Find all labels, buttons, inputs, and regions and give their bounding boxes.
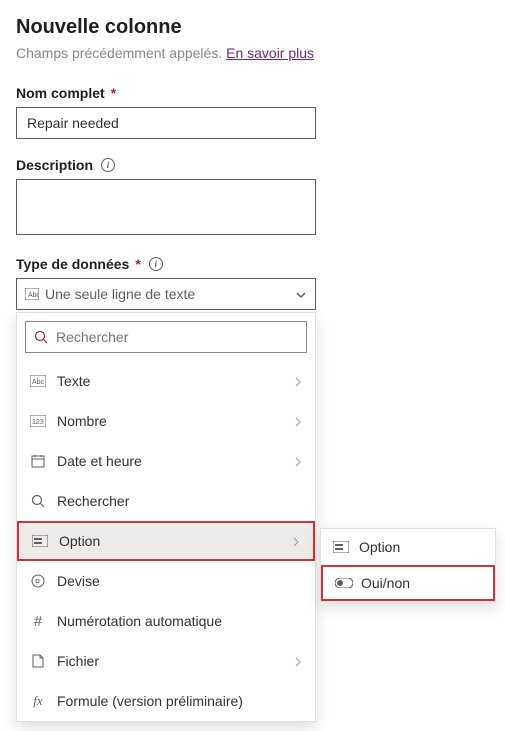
text-icon: Abc	[29, 375, 47, 387]
dropdown-item-datetime[interactable]: Date et heure	[17, 441, 315, 481]
display-name-field: Nom complet *	[16, 85, 489, 139]
hash-icon: #	[29, 613, 47, 630]
choice-icon	[333, 541, 351, 553]
data-type-label: Type de données * i	[16, 256, 489, 272]
submenu-label: Option	[359, 539, 400, 555]
submenu-item-yesno[interactable]: Oui/non	[321, 565, 495, 601]
item-label: Fichier	[57, 653, 99, 669]
subtitle-text: Champs précédemment appelés.	[16, 45, 226, 61]
item-label: Devise	[57, 573, 100, 589]
required-asterisk: *	[111, 85, 116, 101]
item-label: Date et heure	[57, 453, 142, 469]
dropdown-item-number[interactable]: 123 Nombre	[17, 401, 315, 441]
item-label: Option	[59, 533, 100, 549]
subtitle: Champs précédemment appelés. En savoir p…	[16, 45, 489, 61]
item-label: Numérotation automatique	[57, 613, 222, 629]
toggle-icon	[335, 578, 353, 588]
dropdown-item-autonumber[interactable]: # Numérotation automatique	[17, 601, 315, 641]
description-label: Description i	[16, 157, 489, 173]
label-text: Type de données	[16, 256, 129, 272]
formula-icon: fx	[29, 693, 47, 709]
search-icon	[34, 330, 48, 344]
item-label: Nombre	[57, 413, 107, 429]
calendar-icon	[29, 454, 47, 468]
dropdown-item-file[interactable]: Fichier	[17, 641, 315, 681]
item-label: Rechercher	[57, 493, 129, 509]
chevron-right-icon	[293, 453, 303, 469]
dropdown-item-lookup[interactable]: Rechercher	[17, 481, 315, 521]
text-icon: Abc	[25, 288, 39, 300]
chevron-right-icon	[293, 653, 303, 669]
label-text: Description	[16, 157, 93, 173]
submenu-label: Oui/non	[361, 575, 410, 591]
currency-icon: ¤	[29, 574, 47, 588]
learn-more-link[interactable]: En savoir plus	[226, 45, 314, 61]
svg-text:Abc: Abc	[32, 379, 45, 386]
selected-value: Une seule ligne de texte	[45, 286, 195, 302]
display-name-input[interactable]	[16, 107, 316, 139]
dropdown-item-currency[interactable]: ¤ Devise	[17, 561, 315, 601]
chevron-right-icon	[293, 373, 303, 389]
item-label: Texte	[57, 373, 90, 389]
item-label: Formule (version préliminaire)	[57, 693, 243, 709]
choice-icon	[31, 535, 49, 547]
description-input[interactable]	[16, 179, 316, 235]
svg-text:123: 123	[32, 419, 44, 426]
choice-submenu: Option Oui/non	[320, 528, 496, 602]
chevron-right-icon	[291, 533, 301, 549]
submenu-item-choice[interactable]: Option	[321, 529, 495, 565]
search-input[interactable]	[56, 329, 298, 345]
dropdown-item-formula[interactable]: fx Formule (version préliminaire)	[17, 681, 315, 721]
dropdown-item-text[interactable]: Abc Texte	[17, 361, 315, 401]
data-type-field: Type de données * i Abc Une seule ligne …	[16, 256, 489, 722]
dropdown-item-choice[interactable]: Option	[17, 521, 315, 561]
info-icon[interactable]: i	[149, 257, 163, 271]
info-icon[interactable]: i	[101, 158, 115, 172]
dropdown-search[interactable]	[25, 321, 307, 353]
data-type-select[interactable]: Abc Une seule ligne de texte	[16, 278, 316, 310]
display-name-label: Nom complet *	[16, 85, 489, 101]
svg-text:Abc: Abc	[28, 292, 39, 299]
required-asterisk: *	[135, 256, 140, 272]
search-icon	[29, 494, 47, 508]
svg-text:¤: ¤	[35, 576, 40, 586]
chevron-down-icon	[295, 286, 307, 302]
page-title: Nouvelle colonne	[16, 16, 489, 39]
chevron-right-icon	[293, 413, 303, 429]
number-icon: 123	[29, 415, 47, 427]
data-type-dropdown: Abc Texte 123 Nombre Date et heure	[16, 312, 316, 722]
file-icon	[29, 654, 47, 668]
label-text: Nom complet	[16, 85, 105, 101]
description-field: Description i	[16, 157, 489, 238]
